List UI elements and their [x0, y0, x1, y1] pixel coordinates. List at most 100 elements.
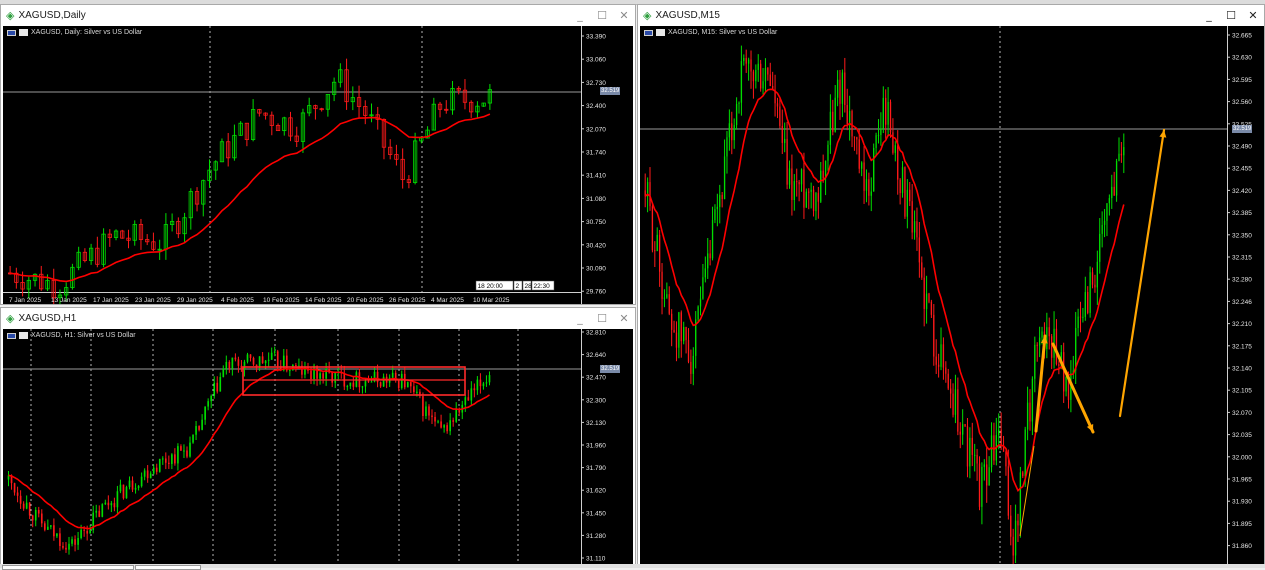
price-tick-label: 31.450	[586, 510, 606, 517]
candle-body	[930, 301, 933, 315]
chart-window-h1[interactable]: ◈ XAGUSD,H1 _ ☐ ✕ 32.810 32.640 32.470 32.3…	[0, 307, 636, 565]
candle-body	[873, 147, 875, 192]
candle-body	[959, 431, 961, 435]
candle-body	[822, 170, 824, 179]
window-titlebar[interactable]: ◈ XAGUSD,H1 _ ☐ ✕	[1, 308, 635, 328]
candle-body	[71, 539, 73, 544]
candle-body	[966, 426, 969, 467]
candle-body	[877, 135, 880, 137]
price-tick-label: 30.420	[586, 242, 606, 249]
candle-body	[143, 470, 146, 477]
candle-body	[228, 361, 231, 369]
crosshair-time-label: 18 20:00	[478, 283, 504, 290]
maximize-button[interactable]: ☐	[591, 312, 613, 325]
chart-area[interactable]: 32.810 32.640 32.470 32.300 32.130 31.960 31.7…	[3, 329, 633, 564]
price-tick-label: 31.930	[1232, 499, 1252, 506]
minimize-button[interactable]: _	[1198, 9, 1220, 22]
candle-body	[186, 450, 188, 457]
chart-canvas[interactable]: 33.390 33.060 32.730 32.400 32.070 31.740 31.4…	[3, 26, 633, 304]
price-tick-label: 32.210	[1232, 321, 1252, 328]
close-button[interactable]: ✕	[613, 9, 635, 22]
candle-body	[988, 467, 990, 486]
candle-body	[668, 294, 670, 314]
candle-body	[692, 355, 694, 374]
price-tick-label: 32.810	[586, 330, 606, 337]
candle-body	[240, 365, 243, 370]
candle-body	[1087, 292, 1089, 313]
candle-body	[140, 476, 143, 487]
candle-body	[440, 421, 442, 428]
flag-icon	[7, 29, 16, 36]
candle-body	[334, 372, 337, 383]
time-tick-label: 4 Feb 2025	[221, 297, 254, 304]
maximize-button[interactable]: ☐	[1220, 9, 1242, 22]
candle-body	[62, 545, 64, 548]
price-tick-label: 32.300	[586, 397, 606, 404]
close-button[interactable]: ✕	[613, 312, 635, 325]
candle-body	[473, 388, 476, 391]
candle-body	[128, 480, 131, 488]
price-tick-label: 32.105	[1232, 388, 1252, 395]
candle-body	[289, 370, 291, 372]
chart-window-icon: ◈	[643, 8, 652, 22]
candle-body	[836, 79, 839, 98]
candle-body	[1065, 376, 1067, 392]
candle-body	[246, 354, 249, 362]
candle-body	[488, 375, 491, 383]
maximize-button[interactable]: ☐	[591, 9, 613, 22]
chart-window-m15[interactable]: ◈ XAGUSD,M15 _ ☐ ✕ 32.665 32.630 32.595 32.…	[637, 4, 1265, 566]
candle-body	[735, 103, 738, 126]
time-tick-label: 26 Feb 2025	[389, 297, 426, 304]
candle-body	[848, 111, 851, 125]
candle-body	[858, 139, 860, 169]
candle-body	[34, 509, 37, 521]
chart-canvas[interactable]: 32.810 32.640 32.470 32.300 32.130 31.960 31.7…	[3, 329, 633, 564]
candle-body	[207, 401, 209, 407]
candle-body	[40, 513, 43, 524]
price-tick-label: 32.035	[1232, 432, 1252, 439]
chart-symbol-label: XAGUSD, Daily: Silver vs US Dollar	[7, 29, 142, 36]
candle-body	[43, 523, 46, 530]
candle-body	[213, 382, 216, 396]
candle-body	[697, 306, 699, 320]
candle-body	[219, 376, 222, 392]
candle-body	[104, 502, 107, 505]
window-titlebar[interactable]: ◈ XAGUSD,Daily _ ☐ ✕	[1, 5, 635, 25]
candle-body	[47, 526, 49, 530]
candle-body	[885, 97, 887, 125]
candle-body	[1089, 272, 1091, 313]
time-tick-label: 4 Mar 2025	[431, 297, 464, 304]
price-tick-label: 31.960	[586, 443, 606, 450]
candle-body	[832, 111, 834, 132]
window-titlebar[interactable]: ◈ XAGUSD,M15 _ ☐ ✕	[638, 5, 1264, 25]
trend-arrow-tail	[1019, 445, 1035, 537]
flag-icon	[7, 332, 16, 339]
candle-body	[947, 373, 949, 389]
candle-body	[911, 201, 913, 233]
candle-body	[137, 486, 140, 488]
price-tick-label: 32.140	[1232, 366, 1252, 373]
candle-body	[364, 381, 367, 387]
candle-body	[817, 193, 820, 202]
chart-canvas[interactable]: 32.66532.63032.59532.56032.52532.49032.4…	[640, 26, 1264, 566]
close-button[interactable]: ✕	[1242, 9, 1264, 22]
candle-body	[125, 487, 128, 499]
chart-window-daily[interactable]: ◈ XAGUSD,Daily _ ☐ ✕ 33.390 33.060 32.730 3…	[0, 4, 636, 305]
candle-body	[803, 169, 805, 208]
candle-body	[1115, 160, 1118, 196]
minimize-button[interactable]: _	[569, 9, 591, 22]
candle-body	[764, 67, 767, 82]
candle-body	[1096, 261, 1099, 288]
price-tick-label: 32.175	[1232, 343, 1252, 350]
candle-body	[400, 373, 403, 388]
candle-body	[892, 132, 894, 153]
candle-body	[467, 397, 470, 401]
chart-area[interactable]: 32.66532.63032.59532.56032.52532.49032.4…	[640, 26, 1264, 566]
minimize-button[interactable]: _	[569, 312, 591, 325]
candle-body	[716, 206, 719, 210]
candle-body	[846, 105, 848, 125]
candle-body	[168, 462, 170, 464]
candle-body	[1058, 364, 1060, 366]
candle-body	[889, 101, 892, 133]
chart-area[interactable]: 33.390 33.060 32.730 32.400 32.070 31.740 31.4…	[3, 26, 633, 304]
